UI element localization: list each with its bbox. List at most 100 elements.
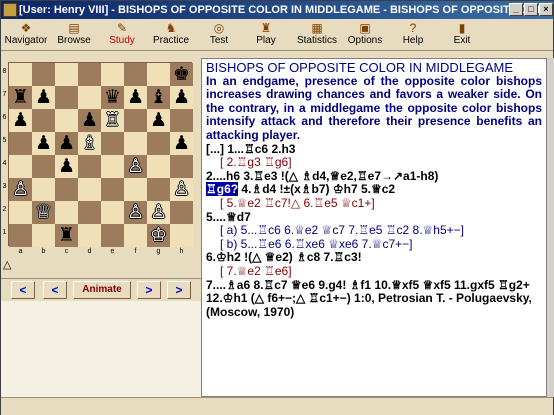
board-square[interactable] — [124, 178, 147, 201]
board-square[interactable] — [101, 132, 124, 155]
chess-piece[interactable]: ♗ — [78, 132, 101, 155]
toolbar-play[interactable]: ♜ Play — [252, 20, 280, 50]
chess-piece[interactable]: ♟ — [78, 109, 101, 132]
board-square[interactable] — [78, 63, 101, 86]
lesson-text-panel[interactable]: BISHOPS OF OPPOSITE COLOR IN MIDDLEGAME … — [201, 58, 547, 397]
chess-piece[interactable]: ♝ — [147, 86, 170, 109]
toolbar-browse[interactable]: ▤ Browse — [56, 20, 92, 50]
board-square[interactable] — [147, 132, 170, 155]
move-line[interactable]: 7....♗a6 8.♖c7 ♕e6 9.g4! ♗f1 10.♕xf5 ♕xf… — [206, 278, 542, 320]
toolbar-study[interactable]: ✎ Study — [105, 20, 139, 50]
chess-piece[interactable]: ♟ — [32, 86, 55, 109]
board-square[interactable] — [55, 86, 78, 109]
variation-line[interactable]: [ 2.♖g3 ♖g6] — [206, 156, 542, 170]
board-square[interactable] — [170, 224, 193, 247]
board-square[interactable] — [32, 155, 55, 178]
chess-piece[interactable]: ♙ — [170, 178, 193, 201]
board-square[interactable] — [55, 63, 78, 86]
toolbar-practice[interactable]: ♞ Practice — [151, 20, 191, 50]
move-text[interactable]: 4.♗d4 !±(x♗b7) ♔h7 5.♕c2 — [238, 182, 395, 197]
toolbar-navigator[interactable]: ❖ Navigator — [4, 20, 48, 50]
next-move-button[interactable]: > — [137, 281, 161, 299]
chess-piece[interactable]: ♙ — [124, 201, 147, 224]
board-square[interactable] — [124, 63, 147, 86]
chess-piece[interactable]: ♟ — [170, 132, 193, 155]
chess-piece[interactable]: ♟ — [32, 132, 55, 155]
board-square[interactable] — [9, 201, 32, 224]
board-square[interactable] — [55, 201, 78, 224]
board-square[interactable] — [124, 109, 147, 132]
board-square[interactable] — [9, 155, 32, 178]
variation-line[interactable]: [ 7.♕e2 ♖e6] — [206, 264, 542, 279]
board-square[interactable] — [101, 155, 124, 178]
chess-piece[interactable]: ♙ — [147, 201, 170, 224]
chess-piece[interactable]: ♟ — [55, 132, 78, 155]
variation-line[interactable]: [ 5.♕e2 ♖c7!△ 6.♖e5 ♕c1+] — [206, 196, 542, 211]
board-square[interactable] — [101, 201, 124, 224]
board-square[interactable] — [78, 86, 101, 109]
chess-board[interactable]: ♚ ♜ ♟ ♛ ♟ ♝ ♟ ♟ ♟ ♖ ♟ ♟ ♟ ♗ ♟ ♟ ♙ ♙ ♙ ♕ ♙ ♙ ♜ ♔ — [8, 62, 193, 247]
animate-button[interactable]: Animate — [73, 281, 131, 299]
variation-line[interactable]: [ a) 5...♖c6 6.♕e2 ♕c7 7.♖e5 ♖c2 8.♕h5+−… — [206, 224, 542, 238]
board-square[interactable] — [32, 224, 55, 247]
current-move-highlight[interactable]: ♖g6? — [206, 182, 239, 197]
move-line[interactable]: 6.♔h2 !(△ ♕e2) ♗c8 7.♖c3! — [206, 251, 542, 265]
move-line[interactable]: ♖g6? 4.♗d4 !±(x♗b7) ♔h7 5.♕c2 — [206, 182, 542, 197]
board-square[interactable] — [32, 109, 55, 132]
minimize-button[interactable]: _ — [509, 3, 523, 16]
board-square[interactable] — [101, 224, 124, 247]
chess-piece[interactable]: ♖ — [101, 109, 124, 132]
chess-piece[interactable]: ♟ — [124, 86, 147, 109]
board-square[interactable] — [55, 178, 78, 201]
chess-piece[interactable]: ♟ — [147, 109, 170, 132]
maximize-button[interactable]: □ — [524, 3, 538, 16]
toolbar-test[interactable]: ◎ Test — [205, 20, 233, 50]
board-square[interactable] — [32, 63, 55, 86]
toolbar-statistics[interactable]: ▦ Statistics — [295, 20, 339, 50]
board-square[interactable] — [101, 63, 124, 86]
file-label: d — [87, 248, 92, 255]
chess-piece[interactable]: ♔ — [147, 224, 170, 247]
board-square[interactable] — [124, 224, 147, 247]
board-square[interactable] — [124, 132, 147, 155]
board-square[interactable] — [170, 155, 193, 178]
board-square[interactable] — [55, 109, 78, 132]
board-square[interactable] — [101, 178, 124, 201]
chess-piece[interactable]: ♙ — [9, 178, 32, 201]
last-move-button[interactable]: > — [167, 281, 191, 299]
chess-piece[interactable]: ♟ — [170, 86, 193, 109]
move-line[interactable]: [...] 1...♖c6 2.h3 — [206, 142, 542, 157]
prev-move-button[interactable]: < — [43, 281, 67, 299]
toolbar-options[interactable]: ▣ Options — [347, 20, 383, 50]
board-square[interactable] — [9, 63, 32, 86]
chess-piece[interactable]: ♙ — [124, 155, 147, 178]
board-square[interactable] — [147, 178, 170, 201]
first-move-button[interactable]: < — [11, 281, 35, 299]
close-button[interactable]: × — [539, 3, 553, 16]
move-line[interactable]: 5....♕d7 — [206, 210, 542, 225]
chess-piece[interactable]: ♜ — [55, 224, 78, 247]
board-square[interactable] — [147, 63, 170, 86]
toolbar-help[interactable]: ? Help — [399, 20, 427, 50]
vertical-scrollbar[interactable] — [546, 58, 554, 397]
board-square[interactable] — [78, 201, 101, 224]
board-square[interactable] — [9, 132, 32, 155]
chess-piece[interactable]: ♟ — [9, 109, 32, 132]
board-square[interactable] — [32, 178, 55, 201]
chess-piece[interactable]: ♕ — [32, 201, 55, 224]
board-square[interactable] — [170, 201, 193, 224]
chess-piece[interactable]: ♛ — [101, 86, 124, 109]
chess-piece[interactable]: ♜ — [9, 86, 32, 109]
board-square[interactable] — [78, 224, 101, 247]
rank-label: 8 — [2, 68, 7, 75]
chess-piece[interactable]: ♚ — [170, 63, 193, 86]
board-square[interactable] — [170, 109, 193, 132]
board-square[interactable] — [9, 224, 32, 247]
variation-line[interactable]: [ b) 5...♖e6 6.♖xe6 ♕xe6 7.♕c7+−] — [206, 237, 542, 252]
board-square[interactable] — [147, 155, 170, 178]
toolbar-exit[interactable]: ▮ Exit — [448, 20, 476, 50]
move-line[interactable]: 2....h6 3.♖e3 !(△ ♗d4,♕e2,♖e7→↗a1-h8) — [206, 169, 542, 184]
board-square[interactable] — [78, 155, 101, 178]
board-square[interactable] — [78, 178, 101, 201]
chess-piece[interactable]: ♟ — [55, 155, 78, 178]
